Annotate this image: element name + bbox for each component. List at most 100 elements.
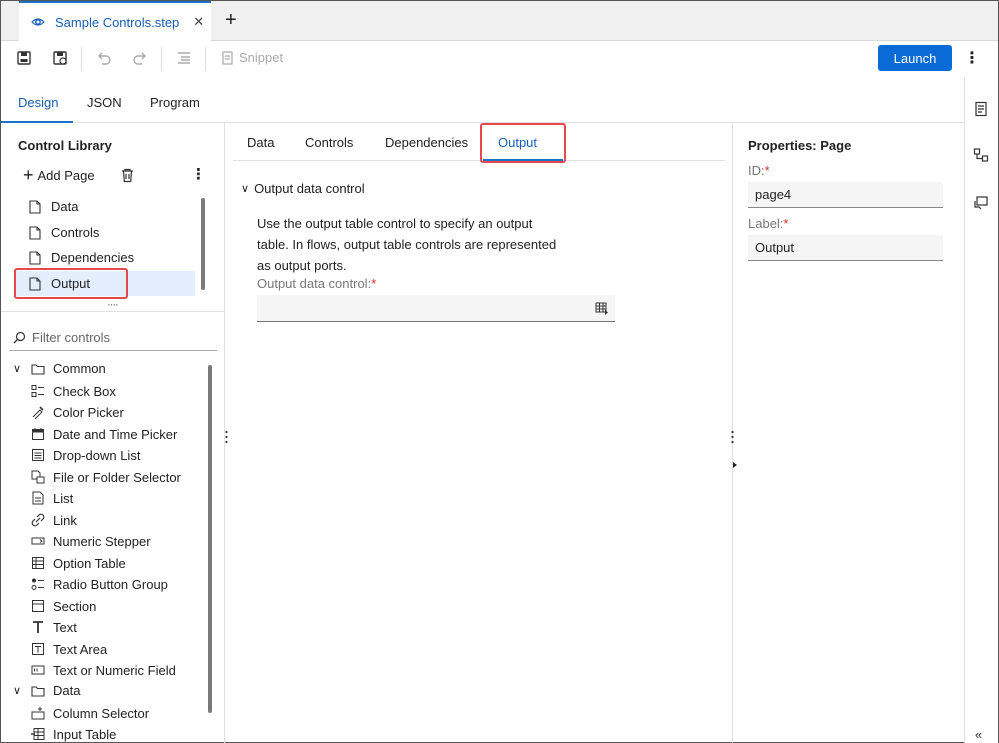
tab-design[interactable]: Design [18,95,58,110]
properties-panel: Properties: Page ID:* page4 Label:* Outp… [734,123,964,743]
control-color-picker[interactable]: Color Picker [31,403,124,421]
page-more-options-icon[interactable]: ⋮ [191,165,206,183]
resize-handle[interactable]: ···· [107,299,119,311]
collapse-rail-icon[interactable]: « [975,727,982,742]
control-radio-button-group[interactable]: Radio Button Group [31,575,168,593]
control-section[interactable]: Section [31,597,96,615]
input-table-icon [31,728,45,740]
control-label: File or Folder Selector [53,469,181,485]
control-label: Color Picker [53,404,124,420]
page-item-label: Dependencies [51,250,135,265]
column-selector-icon [31,707,45,720]
control-text-area[interactable]: Text Area [31,640,107,658]
page-icon [29,199,41,214]
right-rail: « [964,77,998,743]
left-resize-grip-icon[interactable] [225,430,228,444]
control-label: Option Table [53,555,126,571]
control-text-numeric-field[interactable]: Text or Numeric Field [31,661,176,679]
control-label: Column Selector [53,705,150,721]
link-icon [31,513,45,527]
id-field[interactable]: page4 [748,182,943,208]
page-item-dependencies[interactable]: Dependencies [15,245,195,270]
pages-scrollbar[interactable] [201,198,205,290]
page-icon [29,250,41,265]
subtab-dependencies[interactable]: Dependencies [385,135,468,150]
undo-icon[interactable] [95,49,113,67]
filter-controls-field[interactable] [9,325,217,351]
close-tab-icon[interactable]: ✕ [193,14,204,30]
label-field[interactable]: Output [748,235,943,261]
id-value: page4 [755,187,792,202]
control-description: Use the output table control to specify … [257,216,557,273]
page-item-controls[interactable]: Controls [15,220,195,245]
group-common[interactable]: ∨ Common [13,361,106,376]
add-page-label: Add Page [37,167,95,183]
flow-icon[interactable] [973,147,989,163]
control-option-table[interactable]: Option Table [31,554,126,572]
control-text[interactable]: Text [31,618,77,636]
tab-program[interactable]: Program [150,95,200,110]
group-label: Data [53,683,81,698]
control-link[interactable]: Link [31,511,77,529]
new-tab-button[interactable]: + [225,9,237,31]
search-icon [13,331,26,344]
control-label: Link [53,512,77,528]
properties-icon[interactable] [973,101,989,117]
control-input-table[interactable]: Input Table [31,725,116,743]
add-page-button[interactable]: + Add Page [23,165,95,185]
page-item-data[interactable]: Data [15,194,195,219]
control-label: Check Box [53,383,116,399]
output-data-control-field[interactable] [257,295,615,322]
dropdown-list-icon [32,449,44,461]
library-scrollbar[interactable] [208,365,212,713]
page-item-label: Controls [51,225,100,240]
control-numeric-stepper[interactable]: Numeric Stepper [31,532,151,550]
group-label: Common [53,361,106,376]
control-label: Numeric Stepper [53,533,151,549]
file-tab-label: Sample Controls.step [55,14,180,30]
file-folder-icon [31,470,45,484]
list-icon [32,491,44,505]
chevron-down-icon: ∨ [13,363,22,375]
control-column-selector[interactable]: Column Selector [31,704,149,722]
highlight-box [480,123,566,163]
label-value: Output [755,240,795,255]
output-control-header[interactable]: ∨ Output data control [241,181,365,196]
divider [1,311,225,312]
format-icon[interactable] [175,49,193,67]
table-select-icon[interactable] [595,301,609,315]
subtab-divider [233,160,725,161]
snippet-button[interactable]: Snippet [221,50,283,65]
required-asterisk: * [764,163,770,178]
control-label: Text Area [53,641,108,657]
control-date-time-picker[interactable]: Date and Time Picker [31,425,177,443]
control-list[interactable]: List [31,489,73,507]
control-drop-down-list[interactable]: Drop-down List [31,446,140,464]
text-icon [33,621,43,633]
save-as-icon[interactable] [51,49,69,67]
subtab-data[interactable]: Data [247,135,274,150]
save-icon[interactable] [15,49,33,67]
filter-controls-input[interactable] [32,330,212,345]
control-label: Input Table [53,726,117,742]
redo-icon[interactable] [131,49,149,67]
launch-button[interactable]: Launch [878,45,952,71]
more-options-icon[interactable]: ⋮ [963,49,981,69]
page-icon [29,225,41,240]
control-check-box[interactable]: Check Box [31,382,116,400]
subtab-controls[interactable]: Controls [305,135,353,150]
control-label: Section [53,598,97,614]
comment-icon[interactable] [973,195,989,211]
required-asterisk: * [371,276,377,291]
properties-title: Properties: Page [748,138,852,153]
output-data-control-label: Output data control:* [257,276,376,291]
folder-icon [31,363,45,375]
control-file-folder-selector[interactable]: File or Folder Selector [31,468,181,486]
trash-icon[interactable] [121,168,134,183]
plus-icon: + [23,165,34,185]
group-data[interactable]: ∨ Data [13,683,80,698]
file-tab[interactable]: Sample Controls.step ✕ [19,1,211,41]
control-header-label: Output data control [254,181,365,196]
color-picker-icon [32,406,44,419]
tab-json[interactable]: JSON [87,95,122,110]
